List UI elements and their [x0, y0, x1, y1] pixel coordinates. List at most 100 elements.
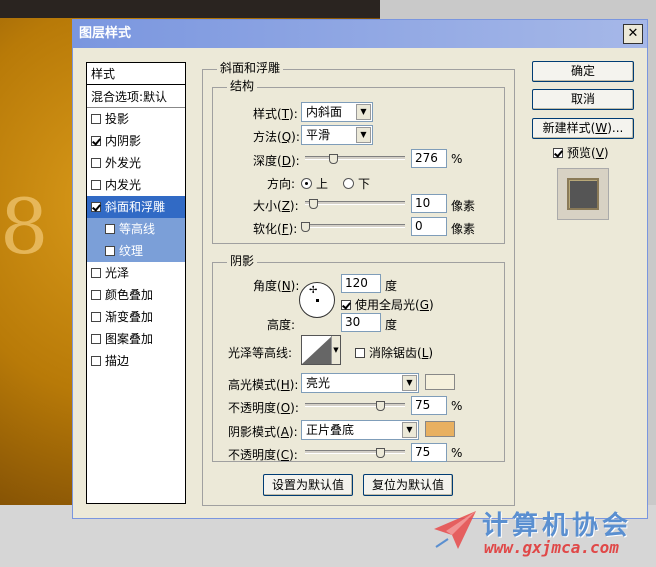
style-item[interactable]: 外发光	[87, 152, 185, 174]
highlight-opacity-input[interactable]: 75	[411, 396, 447, 415]
direction-up-radio[interactable]: 上	[301, 175, 328, 192]
technique-label: 方法(Q):	[253, 130, 300, 144]
style-item[interactable]: 等高线	[87, 218, 185, 240]
preview-checkbox[interactable]: 预览(V)	[553, 144, 609, 161]
close-icon[interactable]: ✕	[623, 24, 643, 44]
make-default-button[interactable]: 设置为默认值	[263, 474, 353, 496]
altitude-input[interactable]: 30	[341, 313, 381, 332]
antialias-checkbox[interactable]: 消除锯齿(L)	[355, 344, 433, 361]
gloss-contour-label: 光泽等高线:	[228, 346, 293, 360]
highlight-opacity-track[interactable]	[305, 403, 405, 407]
checkbox-empty-icon[interactable]	[91, 312, 101, 322]
highlight-mode-value: 亮光	[306, 376, 331, 390]
style-item[interactable]: 斜面和浮雕	[87, 196, 185, 218]
angle-unit: 度	[385, 279, 398, 293]
gloss-contour-picker[interactable]: ▼	[301, 335, 341, 365]
checkbox-checked-icon[interactable]	[341, 300, 351, 310]
style-item[interactable]: 颜色叠加	[87, 284, 185, 306]
checkbox-checked-icon[interactable]	[91, 202, 101, 212]
style-item-label: 斜面和浮雕	[105, 200, 166, 214]
shadow-opacity-track[interactable]	[305, 450, 405, 454]
styles-list: 样式 混合选项:默认 投影内阴影 外发光内发光斜面和浮雕等高线纹理光泽颜色叠加渐变…	[86, 62, 186, 504]
checkbox-empty-icon[interactable]	[105, 246, 115, 256]
chevron-down-icon[interactable]: ▼	[331, 336, 340, 364]
shadow-opacity-input[interactable]: 75	[411, 443, 447, 462]
cancel-button[interactable]: 取消	[532, 89, 634, 110]
angle-input[interactable]: 120	[341, 274, 381, 293]
shading-legend: 阴影	[227, 252, 258, 269]
checkbox-empty-icon[interactable]	[105, 224, 115, 234]
style-item-label: 描边	[105, 354, 130, 368]
shadow-mode-select[interactable]: 正片叠底 ▼	[301, 420, 419, 440]
layer-style-dialog: 图层样式 ✕ 样式 混合选项:默认 投影 内阴影 外发光 内发光 斜面和浮雕 等高线 纹理光…	[72, 19, 648, 519]
depth-slider-track[interactable]	[305, 156, 405, 160]
shadow-mode-label: 阴影模式(A):	[228, 425, 298, 439]
shadow-opacity-unit: %	[451, 446, 463, 460]
highlight-opacity-thumb[interactable]	[376, 401, 385, 411]
checkbox-empty-icon[interactable]	[91, 290, 101, 300]
style-preview	[557, 168, 609, 220]
radio-selected-icon[interactable]	[301, 178, 312, 189]
style-item-label: 纹理	[119, 244, 144, 258]
soften-slider-track[interactable]	[305, 224, 405, 228]
style-item[interactable]: 图案叠加	[87, 328, 185, 350]
style-item[interactable]: 描边	[87, 350, 185, 372]
checkbox-checked-icon[interactable]	[553, 148, 563, 158]
new-style-button[interactable]: 新建样式(W)...	[532, 118, 634, 139]
size-input[interactable]: 10	[411, 194, 447, 213]
dialog-title: 图层样式	[79, 26, 132, 41]
checkbox-empty-icon[interactable]	[91, 356, 101, 366]
style-item[interactable]: 光泽	[87, 262, 185, 284]
chevron-down-icon[interactable]: ▼	[402, 422, 417, 438]
style-item[interactable]: 投影	[87, 108, 185, 130]
watermark: 计算机协会 www.gxjmca.com	[432, 505, 656, 565]
checkbox-empty-icon[interactable]	[91, 114, 101, 124]
soften-input[interactable]: 0	[411, 217, 447, 236]
checkbox-checked-icon[interactable]	[91, 136, 101, 146]
styles-list-header[interactable]: 样式	[87, 63, 185, 85]
contour-preview	[302, 336, 332, 364]
technique-select[interactable]: 平滑 ▼	[301, 125, 373, 145]
style-item[interactable]: 纹理	[87, 240, 185, 262]
shadow-color-swatch[interactable]	[425, 421, 455, 437]
style-item[interactable]: 内阴影	[87, 130, 185, 152]
checkbox-empty-icon[interactable]	[91, 334, 101, 344]
style-item-label: 颜色叠加	[105, 288, 154, 302]
bevel-style-select[interactable]: 内斜面 ▼	[301, 102, 373, 122]
structure-legend: 结构	[227, 77, 258, 94]
style-item-label: 投影	[105, 112, 130, 126]
bevel-emboss-legend: 斜面和浮雕	[217, 59, 284, 76]
chevron-down-icon[interactable]: ▼	[356, 104, 371, 120]
dialog-title-bar[interactable]: 图层样式	[73, 20, 647, 48]
chevron-down-icon[interactable]: ▼	[402, 375, 417, 391]
size-slider-thumb[interactable]	[309, 199, 318, 209]
highlight-mode-select[interactable]: 亮光 ▼	[301, 373, 419, 393]
checkbox-empty-icon[interactable]	[91, 158, 101, 168]
style-item[interactable]: 内发光	[87, 174, 185, 196]
direction-label: 方向:	[267, 177, 296, 191]
depth-slider-thumb[interactable]	[329, 154, 338, 164]
chevron-down-icon[interactable]: ▼	[356, 127, 371, 143]
style-item-label: 内发光	[105, 178, 142, 192]
size-label: 大小(Z):	[253, 199, 299, 213]
blend-options-item[interactable]: 混合选项:默认	[87, 86, 185, 108]
angle-dial[interactable]: ✢	[299, 282, 335, 318]
checkbox-empty-icon[interactable]	[91, 180, 101, 190]
global-light-checkbox[interactable]: 使用全局光(G)	[341, 296, 434, 313]
checkbox-empty-icon[interactable]	[91, 268, 101, 278]
canvas-top-strip	[0, 0, 380, 18]
highlight-color-swatch[interactable]	[425, 374, 455, 390]
direction-down-radio[interactable]: 下	[343, 175, 370, 192]
checkbox-empty-icon[interactable]	[355, 348, 365, 358]
style-item[interactable]: 渐变叠加	[87, 306, 185, 328]
reset-default-button[interactable]: 复位为默认值	[363, 474, 453, 496]
shadow-opacity-thumb[interactable]	[376, 448, 385, 458]
depth-label: 深度(D):	[253, 154, 300, 168]
depth-input[interactable]: 276	[411, 149, 447, 168]
soften-slider-thumb[interactable]	[301, 222, 310, 232]
shadow-mode-value: 正片叠底	[306, 423, 355, 437]
angle-label: 角度(N):	[253, 279, 300, 293]
radio-empty-icon[interactable]	[343, 178, 354, 189]
ok-button[interactable]: 确定	[532, 61, 634, 82]
size-slider-track[interactable]	[305, 201, 405, 205]
